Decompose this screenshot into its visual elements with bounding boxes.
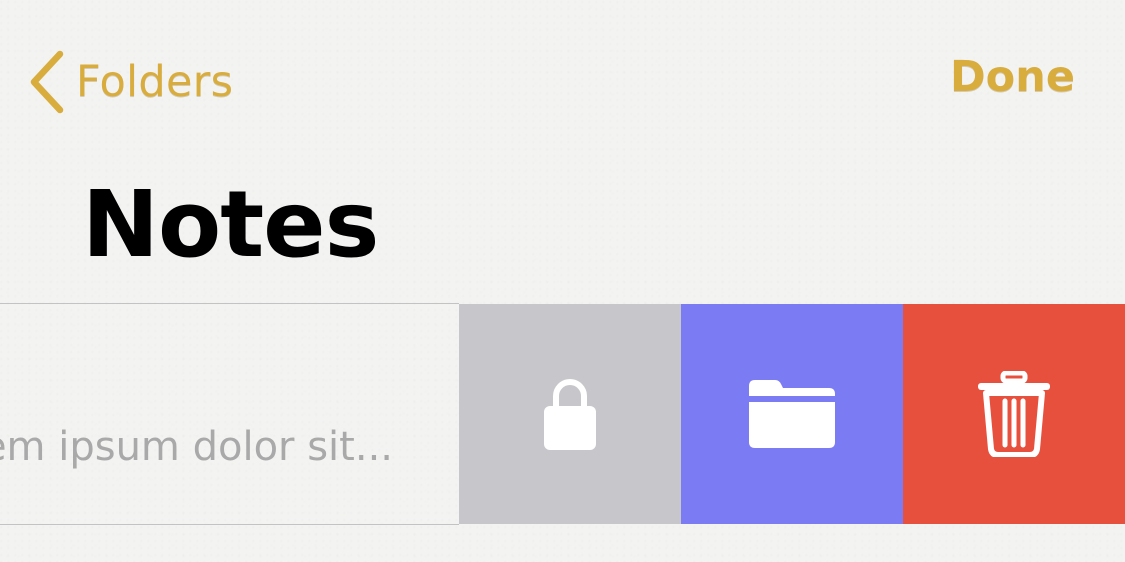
done-button[interactable]: Done (950, 52, 1075, 102)
note-row[interactable]: em ipsum dolor sit... (0, 304, 1125, 524)
trash-icon (978, 371, 1050, 457)
lock-note-button[interactable] (459, 304, 681, 524)
note-row-content[interactable]: em ipsum dolor sit... (0, 304, 459, 524)
back-button[interactable]: Folders (26, 48, 233, 116)
lock-icon (544, 379, 596, 450)
move-note-button[interactable] (681, 304, 903, 524)
row-bottom-divider (0, 524, 459, 525)
note-preview-text: em ipsum dolor sit... (0, 424, 393, 470)
chevron-left-icon (30, 50, 64, 114)
folder-icon (749, 380, 835, 448)
page-title: Notes (82, 171, 379, 278)
delete-note-button[interactable] (903, 304, 1125, 524)
back-button-label: Folders (76, 57, 234, 107)
